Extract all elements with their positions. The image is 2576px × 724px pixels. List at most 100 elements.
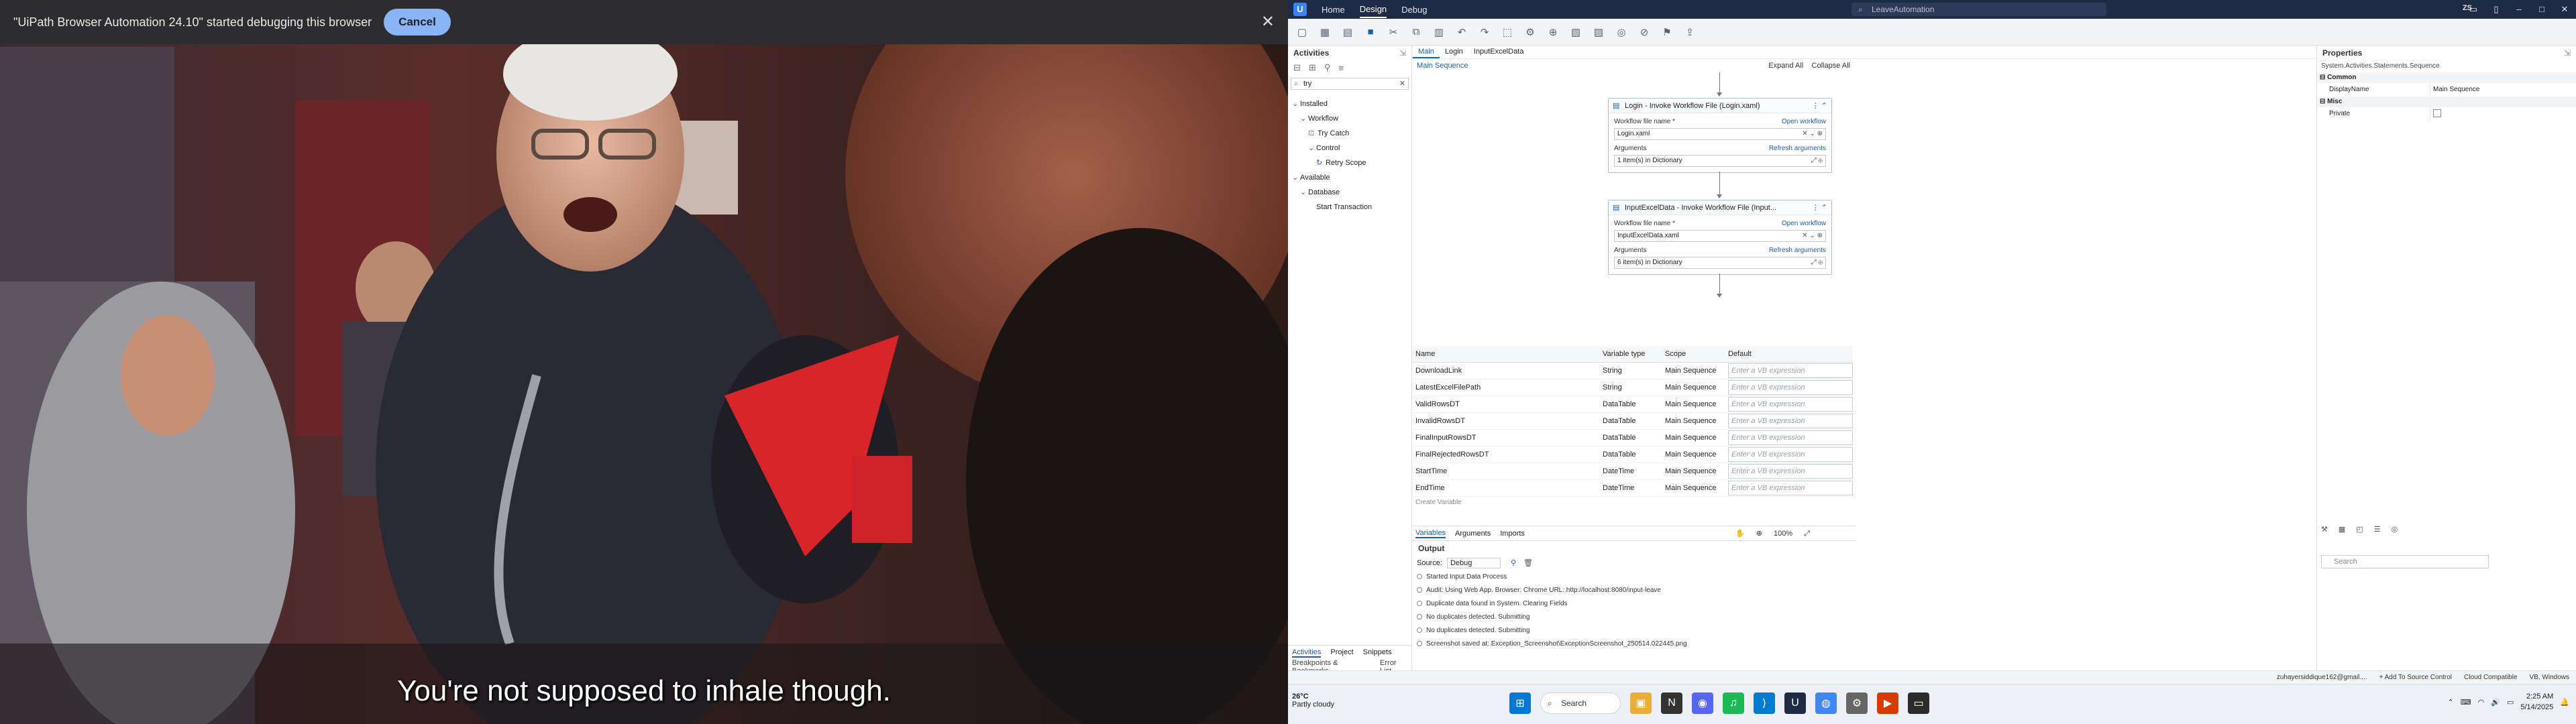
arguments-controls-icon[interactable]: ⤢ ⊕ — [1811, 257, 1823, 268]
terminal-icon[interactable]: ▭ — [1908, 692, 1929, 714]
var-default[interactable]: Enter a VB expression — [1728, 397, 1853, 412]
log-line[interactable]: No duplicates detected. Submitting — [1413, 611, 1856, 624]
var-name[interactable]: StartTime — [1413, 463, 1603, 479]
ui-explorer-icon[interactable]: ◎ — [1613, 25, 1630, 40]
log-line[interactable]: Started Input Data Process — [1413, 570, 1856, 584]
package-icon[interactable]: ⬚ — [1499, 25, 1516, 40]
fit-icon[interactable]: ⤢ — [1804, 530, 1810, 538]
doc-tab-inputexceldata[interactable]: InputExcelData — [1468, 46, 1529, 58]
table-row[interactable]: FinalInputRowsDT DataTable Main Sequence En… — [1413, 430, 1853, 446]
col-type[interactable]: Variable type — [1603, 346, 1665, 362]
properties-search-input[interactable]: Search — [2321, 555, 2489, 568]
keyboard-icon[interactable]: ⌨ — [2461, 698, 2471, 707]
data-icon[interactable]: ▧ — [1567, 25, 1585, 40]
source-select[interactable]: Debug — [1446, 558, 1501, 568]
table-icon[interactable]: ▨ — [1590, 25, 1607, 40]
layout-icon[interactable]: ▭ — [2462, 0, 2485, 19]
paste-icon[interactable]: ▥ — [1430, 25, 1448, 40]
workflow-file-input[interactable]: InputExcelData.xaml ✕ ⌄ ⊕ — [1614, 230, 1826, 242]
spotify-icon[interactable]: ♫ — [1723, 692, 1744, 714]
arguments-input[interactable]: 6 item(s) in Dictionary ⤢ ⊕ — [1614, 257, 1826, 269]
close-icon[interactable]: ✕ — [1261, 12, 1275, 32]
video-player[interactable]: "UiPath Browser Automation 24.10" starte… — [0, 0, 1288, 724]
table-row[interactable]: StartTime DateTime Main Sequence Enter a VB… — [1413, 463, 1853, 480]
add-icon[interactable]: ⊕ — [1544, 25, 1562, 40]
arguments-input[interactable]: 1 item(s) in Dictionary ⤢ ⊕ — [1614, 155, 1826, 167]
file-explorer-icon[interactable]: ▣ — [1630, 692, 1652, 714]
var-name[interactable]: DownloadLink — [1413, 363, 1603, 379]
var-name[interactable]: EndTime — [1413, 480, 1603, 496]
tab-home[interactable]: Home — [1322, 2, 1345, 17]
var-type[interactable]: DataTable — [1603, 413, 1665, 429]
col-scope[interactable]: Scope — [1665, 346, 1728, 362]
status-user[interactable]: zuhayersiddique162@gmail.... — [2277, 671, 2367, 684]
notifications-icon[interactable]: 🔔 — [2560, 698, 2569, 707]
collapse-all-button[interactable]: Collapse All — [1812, 62, 1850, 70]
windows-start-icon[interactable]: ⊞ — [1509, 692, 1531, 714]
file-input-controls-icon[interactable]: ✕ ⌄ ⊕ — [1802, 231, 1823, 241]
breadcrumb-main-sequence[interactable]: Main Sequence — [1417, 62, 1468, 70]
var-default[interactable]: Enter a VB expression — [1728, 380, 1853, 395]
pin-icon[interactable]: ⇲ — [2564, 46, 2571, 60]
export-icon[interactable]: ▤ — [1339, 25, 1356, 40]
collapse-icon[interactable]: ⊟ — [1293, 62, 1301, 73]
var-default[interactable]: Enter a VB expression — [1728, 464, 1853, 479]
filter-icon[interactable]: ⚲ — [1324, 62, 1331, 73]
table-row[interactable]: ValidRowsDT DataTable Main Sequence Enter a… — [1413, 396, 1853, 413]
tab-imports[interactable]: Imports — [1500, 530, 1525, 538]
var-default[interactable]: Enter a VB expression — [1728, 481, 1853, 495]
var-scope[interactable]: Main Sequence — [1665, 396, 1728, 412]
var-type[interactable]: DataTable — [1603, 396, 1665, 412]
clock[interactable]: 2:25 AM 5/14/2025 — [2520, 691, 2553, 713]
project-search[interactable]: ⌕ LeaveAutomation — [1851, 3, 2106, 16]
cloud-compatible-badge[interactable]: Cloud Compatible — [2464, 671, 2518, 684]
new-icon[interactable]: ▢ — [1293, 25, 1311, 40]
tree-item-database[interactable]: ⌄ Database — [1288, 185, 1411, 200]
workflow-file-input[interactable]: Login.xaml ✕ ⌄ ⊕ — [1614, 128, 1826, 140]
var-default[interactable]: Enter a VB expression — [1728, 363, 1853, 378]
taskbar-search[interactable]: ⌕ Search — [1540, 692, 1621, 714]
open-workflow-link[interactable]: Open workflow — [1782, 116, 1826, 128]
var-type[interactable]: String — [1603, 363, 1665, 379]
tab-project[interactable]: Project — [1330, 648, 1353, 658]
undo-icon[interactable]: ↶ — [1453, 25, 1470, 40]
notion-icon[interactable]: N — [1661, 692, 1682, 714]
var-name[interactable]: FinalRejectedRowsDT — [1413, 446, 1603, 463]
data-manager-icon[interactable]: ▦ — [2339, 525, 2345, 534]
display-name-input[interactable]: Main Sequence — [2430, 83, 2576, 97]
cancel-debug-button[interactable]: Cancel — [384, 9, 451, 36]
activity-card-inputexceldata[interactable]: ▤ InputExcelData - Invoke Workflow File … — [1608, 200, 1832, 275]
table-row[interactable]: InvalidRowsDT DataTable Main Sequence Enter… — [1413, 413, 1853, 430]
private-checkbox[interactable] — [2433, 109, 2441, 118]
var-type[interactable]: DataTable — [1603, 446, 1665, 463]
arguments-controls-icon[interactable]: ⤢ ⊕ — [1811, 156, 1823, 166]
filter-icon[interactable]: ⚲ — [1511, 559, 1516, 567]
tray-overflow-icon[interactable]: ⌃ — [2448, 698, 2454, 707]
panel-icon[interactable]: ▯ — [2485, 0, 2508, 19]
tree-item-installed[interactable]: ⌄ Installed — [1288, 97, 1411, 111]
refresh-arguments-link[interactable]: Refresh arguments — [1769, 143, 1826, 155]
refresh-arguments-link[interactable]: Refresh arguments — [1769, 245, 1826, 257]
analyze-icon[interactable]: ⊘ — [1635, 25, 1653, 40]
tree-item-start-transaction[interactable]: Start Transaction — [1288, 200, 1411, 215]
vscode-icon[interactable]: ⟩ — [1754, 692, 1775, 714]
designer-canvas[interactable]: ▤ Login - Invoke Workflow File (Login.xa… — [1413, 72, 1856, 387]
create-variable-button[interactable]: Create Variable — [1413, 497, 1853, 509]
var-scope[interactable]: Main Sequence — [1665, 446, 1728, 463]
discord-icon[interactable]: ◉ — [1692, 692, 1713, 714]
log-line[interactable]: Screenshot saved at: Exception_Screensho… — [1413, 638, 1856, 651]
var-default[interactable]: Enter a VB expression — [1728, 430, 1853, 445]
tab-activities[interactable]: Activities — [1292, 648, 1322, 658]
tree-item-retry-scope[interactable]: ↻ Retry Scope — [1288, 156, 1411, 170]
var-name[interactable]: FinalInputRowsDT — [1413, 430, 1603, 446]
recording-app-icon[interactable]: ▶ — [1877, 692, 1898, 714]
maximize-icon[interactable]: □ — [2530, 0, 2553, 19]
var-type[interactable]: DateTime — [1603, 480, 1665, 496]
copy-icon[interactable]: ⧉ — [1407, 25, 1425, 40]
category-common[interactable]: ⊟ Common — [2317, 72, 2576, 83]
expand-all-button[interactable]: Expand All — [1768, 62, 1803, 70]
var-scope[interactable]: Main Sequence — [1665, 430, 1728, 446]
outline-icon[interactable]: ☰ — [2374, 525, 2381, 534]
debug-settings-icon[interactable]: ⚑ — [1658, 25, 1676, 40]
sort-icon[interactable]: ≡ — [1338, 63, 1344, 73]
